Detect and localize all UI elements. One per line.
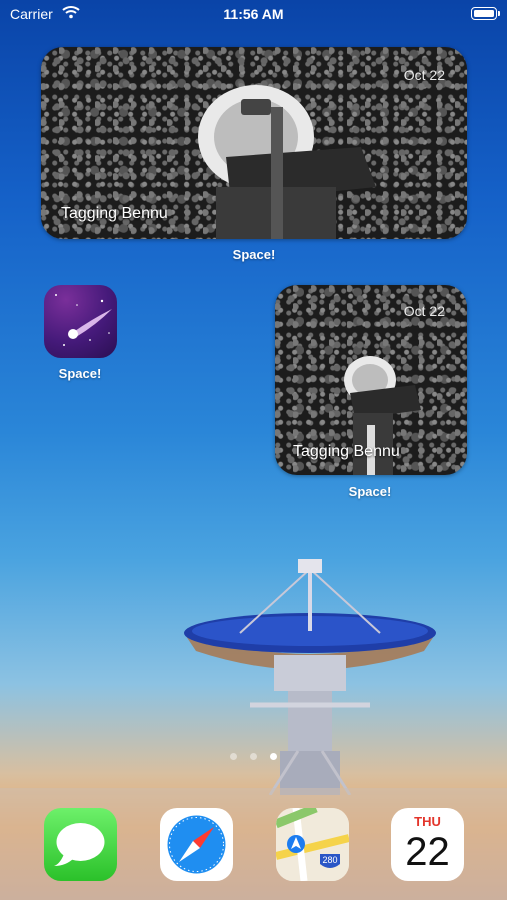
page-dot[interactable] <box>230 753 237 760</box>
app-label: Space! <box>58 366 102 381</box>
safari-compass-icon <box>167 815 226 874</box>
widget-caption: Space! <box>348 484 392 499</box>
safari-app[interactable] <box>160 808 233 881</box>
calendar-day: THU <box>414 814 441 829</box>
shooting-star-icon <box>55 294 112 346</box>
calendar-app[interactable]: THU 22 <box>391 808 464 881</box>
widget-title: Tagging Bennu <box>61 205 168 222</box>
page-indicator[interactable] <box>226 753 282 761</box>
maps-app[interactable]: 280 <box>276 808 349 881</box>
messages-app[interactable] <box>44 808 117 881</box>
battery-icon <box>471 7 500 20</box>
widget-caption: Space! <box>232 247 276 262</box>
maps-badge: 280 <box>322 855 337 865</box>
page-dot[interactable] <box>250 753 257 760</box>
messages-icon <box>54 823 105 866</box>
clock: 11:56 AM <box>223 6 284 22</box>
dock: 280 THU 22 <box>0 788 507 900</box>
widget-space-large[interactable]: Oct 22 Tagging Bennu <box>41 47 467 239</box>
widget-date: Oct 22 <box>403 67 445 83</box>
maps-icon: 280 <box>276 808 349 881</box>
calendar-date: 22 <box>405 830 450 874</box>
widget-space-small[interactable]: Oct 22 Tagging Bennu <box>275 285 467 475</box>
widget-date: Oct 22 <box>403 303 445 319</box>
widget-title: Tagging Bennu <box>293 443 400 460</box>
space-app-icon[interactable] <box>44 285 117 358</box>
radio-telescope-wallpaper <box>184 559 436 795</box>
status-bar: Carrier 11:56 AM <box>0 0 507 30</box>
page-dot-active[interactable] <box>270 753 277 760</box>
